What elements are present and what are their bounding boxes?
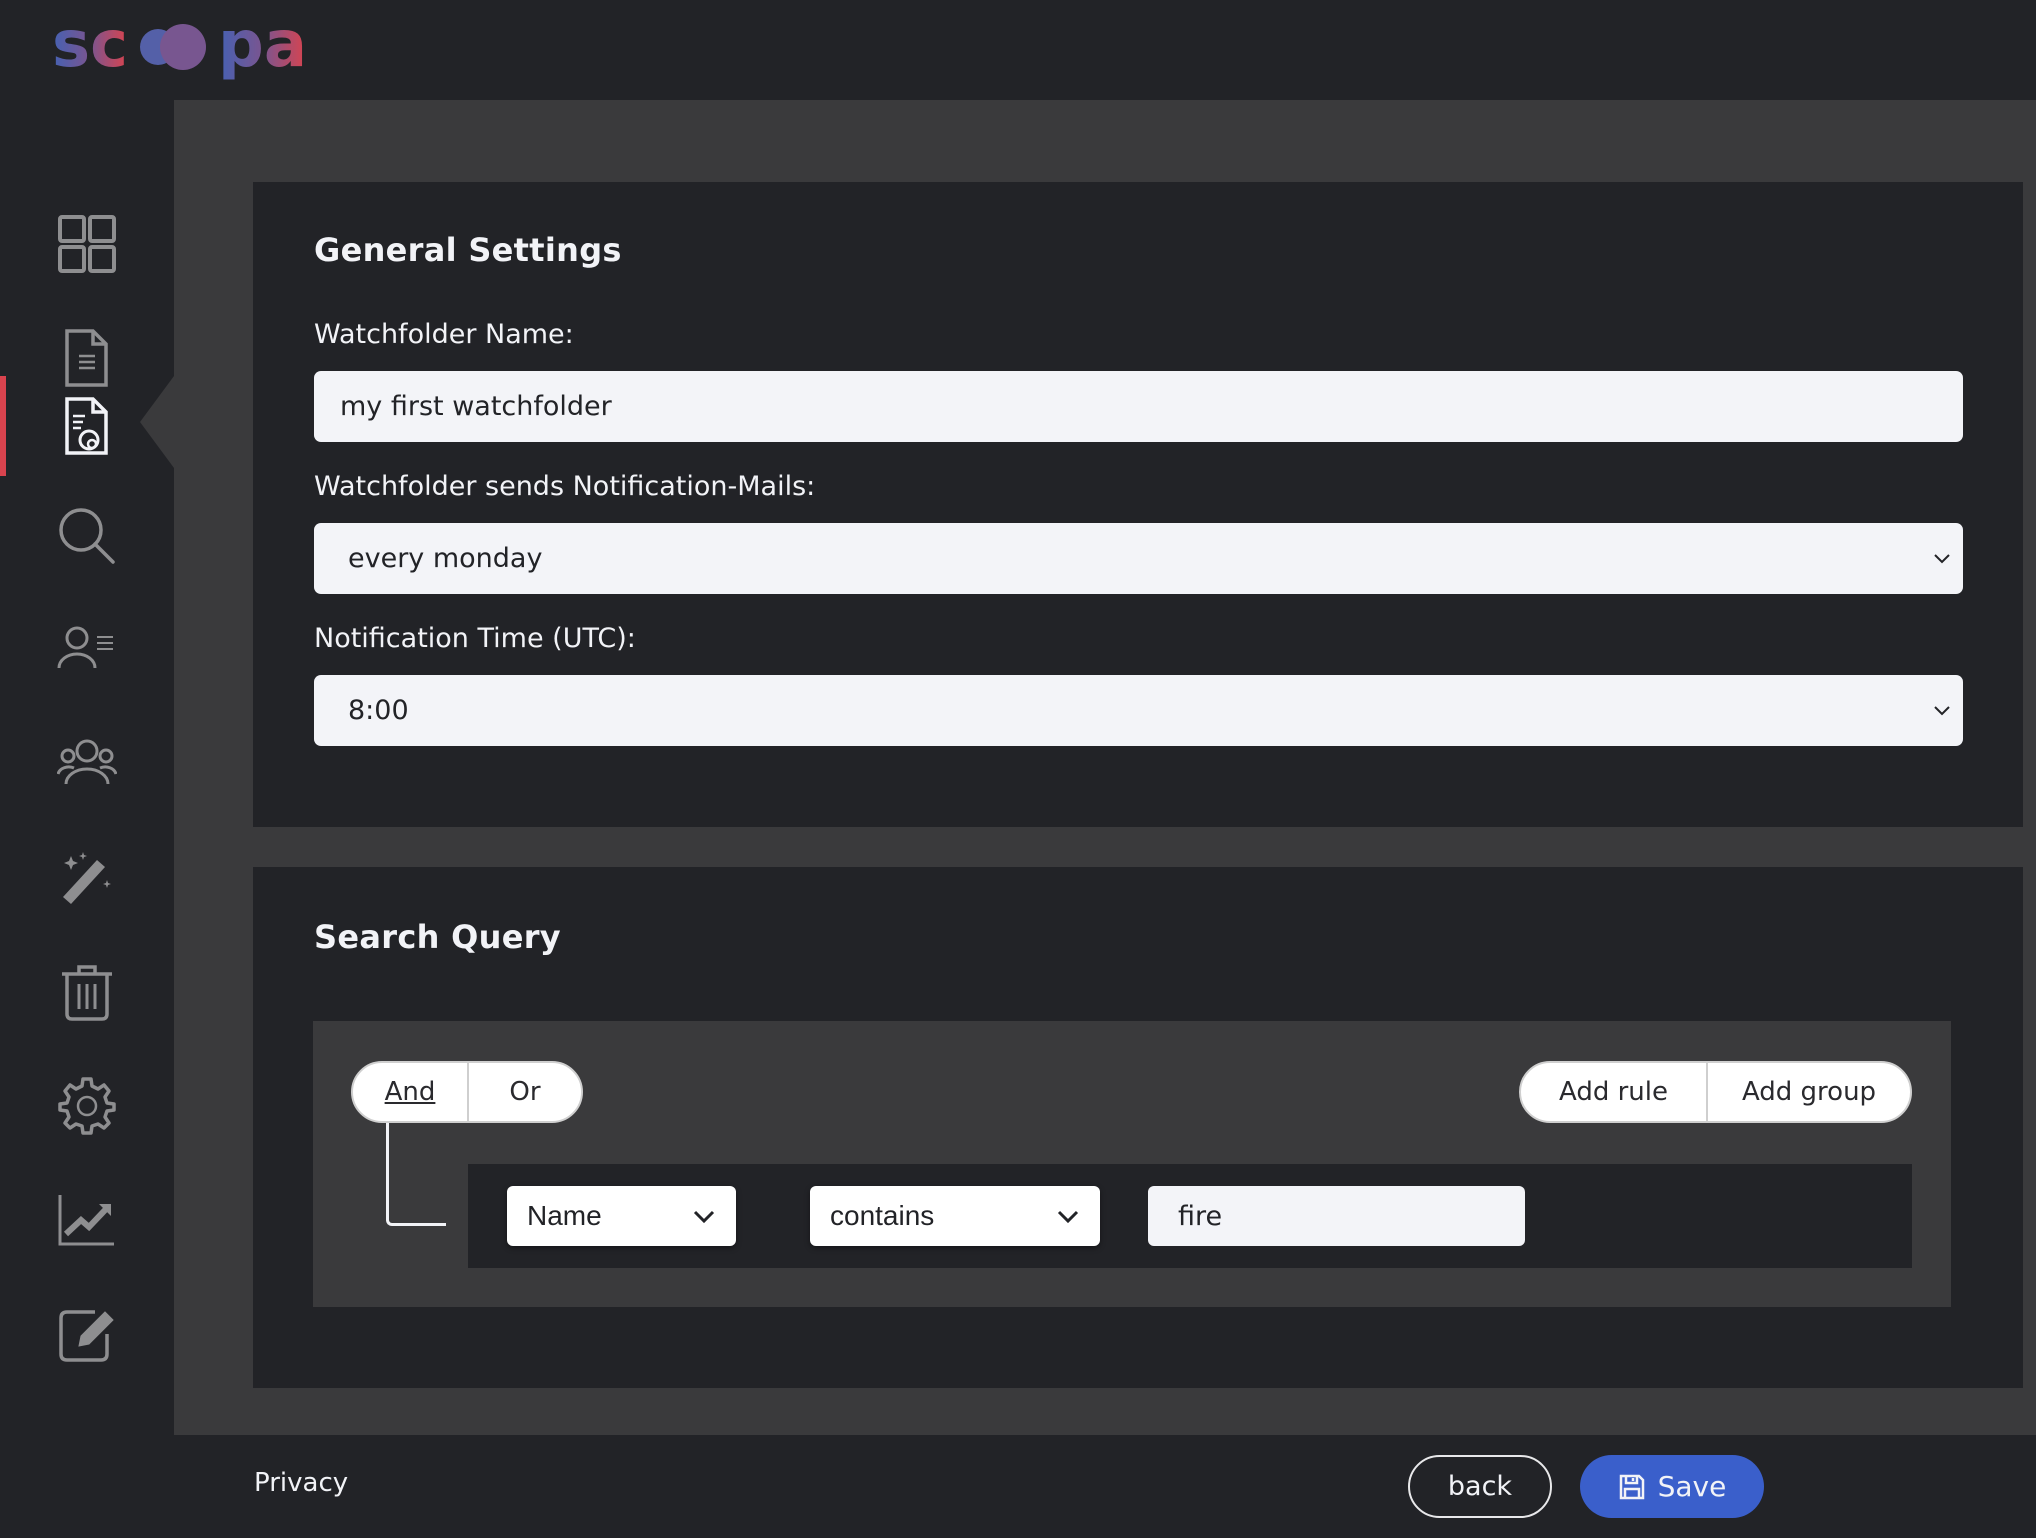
combinator-toggle: And Or	[351, 1061, 583, 1123]
chevron-down-icon	[693, 1210, 715, 1224]
sidebar-item-search[interactable]	[0, 486, 174, 586]
svg-text:sc: sc	[52, 14, 128, 82]
query-rule: Name contains	[468, 1164, 1912, 1268]
combinator-and-button[interactable]: And	[353, 1063, 467, 1121]
rule-operator-value: contains	[830, 1200, 935, 1231]
sidebar-item-dashboard[interactable]	[0, 194, 174, 294]
chevron-down-icon	[1934, 554, 1950, 564]
trash-icon	[62, 965, 112, 1021]
notification-time-label: Notification Time (UTC):	[314, 623, 636, 654]
sidebar-item-automation[interactable]	[0, 828, 174, 928]
privacy-link[interactable]: Privacy	[254, 1468, 348, 1498]
watchfolder-name-input[interactable]	[314, 371, 1963, 442]
active-pointer	[140, 376, 174, 468]
combinator-or-button[interactable]: Or	[467, 1063, 581, 1121]
watchfolder-name-label: Watchfolder Name:	[314, 319, 574, 350]
rule-operator-select[interactable]: contains	[810, 1186, 1100, 1246]
rule-value-input[interactable]	[1148, 1186, 1525, 1246]
tree-connector	[386, 1123, 446, 1226]
scoopa-logo[interactable]: sc pa	[52, 14, 342, 86]
back-button[interactable]: back	[1408, 1455, 1552, 1518]
sidebar-item-settings[interactable]	[0, 1056, 174, 1156]
sidebar-item-trash[interactable]	[0, 942, 174, 1042]
svg-text:pa: pa	[218, 14, 307, 82]
user-list-icon	[57, 626, 113, 669]
users-group-icon	[57, 739, 117, 785]
sidebar-item-editor[interactable]	[0, 1284, 174, 1384]
app-header: sc pa	[0, 0, 2036, 100]
chart-trend-icon	[58, 1195, 114, 1246]
dashboard-grid-icon	[58, 215, 116, 273]
notification-time-select[interactable]: 8:00	[314, 675, 1963, 746]
save-button[interactable]: Save	[1580, 1455, 1764, 1518]
search-icon	[59, 508, 115, 564]
notification-mails-value: every monday	[348, 543, 543, 574]
sidebar-nav	[0, 100, 174, 1538]
floppy-disk-icon	[1619, 1474, 1644, 1499]
combinator-and-label: And	[384, 1077, 436, 1107]
chevron-down-icon	[1934, 706, 1950, 716]
notification-time-value: 8:00	[348, 695, 409, 726]
add-rule-button[interactable]: Add rule	[1521, 1063, 1706, 1121]
search-query-title: Search Query	[314, 918, 561, 956]
rule-field-select[interactable]: Name	[507, 1186, 736, 1246]
gear-icon	[58, 1077, 116, 1135]
chevron-down-icon	[1057, 1210, 1079, 1224]
add-actions: Add rule Add group	[1519, 1061, 1912, 1123]
edit-icon	[59, 1310, 114, 1362]
query-builder: And Or Add rule Add group Name contains	[313, 1021, 1951, 1307]
general-settings-title: General Settings	[314, 231, 622, 269]
magic-wand-icon	[63, 852, 111, 904]
general-settings-card: General Settings Watchfolder Name: Watch…	[253, 182, 2023, 827]
active-indicator	[0, 376, 6, 476]
combinator-or-label: Or	[509, 1077, 541, 1107]
rule-field-value: Name	[527, 1200, 602, 1231]
search-query-card: Search Query And Or Add rule Add group N…	[253, 867, 2023, 1388]
document-settings-icon	[65, 397, 108, 455]
save-label: Save	[1657, 1470, 1727, 1503]
notification-mails-label: Watchfolder sends Notification-Mails:	[314, 471, 816, 502]
add-group-button[interactable]: Add group	[1706, 1063, 1910, 1121]
sidebar-item-groups[interactable]	[0, 714, 174, 814]
sidebar-item-users[interactable]	[0, 600, 174, 700]
sidebar-item-statistics[interactable]	[0, 1170, 174, 1270]
notification-mails-select[interactable]: every monday	[314, 523, 1963, 594]
